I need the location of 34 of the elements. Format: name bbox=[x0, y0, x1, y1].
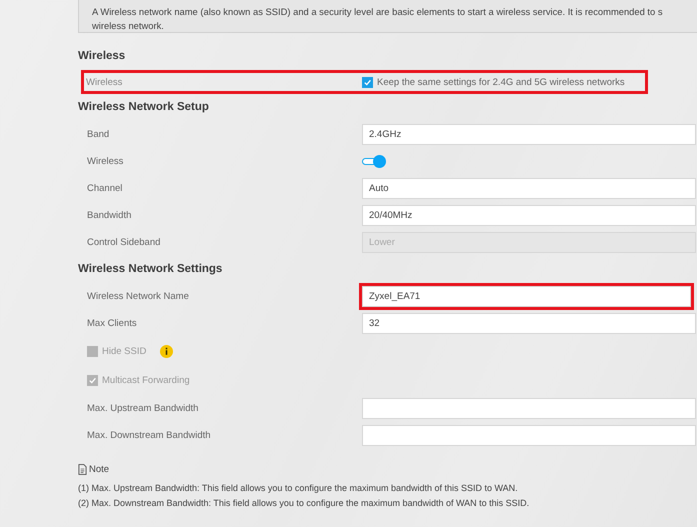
field-label: Channel bbox=[87, 183, 124, 194]
intro-text: A Wireless network name (also known as SSID) and a security level are basic elements to start a wireless service. It is recommended to s bbox=[92, 5, 664, 19]
intro-text: wireless network. bbox=[92, 19, 165, 33]
field-label: Wireless bbox=[87, 156, 124, 167]
checkbox[interactable] bbox=[87, 346, 98, 357]
field-label: Band bbox=[87, 129, 110, 140]
toggle-switch[interactable] bbox=[362, 155, 386, 168]
input-field[interactable] bbox=[362, 425, 696, 446]
checkbox-label: Keep the same settings for 2.4G and 5G wireless networks bbox=[377, 76, 625, 88]
input-field[interactable]: Zyxel_EA71 bbox=[362, 286, 691, 307]
note-icon bbox=[78, 464, 87, 475]
checkbox-label: Hide SSID bbox=[102, 346, 146, 357]
input-field[interactable]: 32 bbox=[362, 313, 696, 334]
section-heading: Wireless Network Settings bbox=[78, 262, 224, 277]
field-label: Max Clients bbox=[87, 318, 138, 329]
field-label: Max. Downstream Bandwidth bbox=[87, 430, 212, 441]
field-label: Control Sideband bbox=[87, 237, 162, 248]
note-title: Note bbox=[89, 464, 110, 475]
note-text: (2) Max. Downstream Bandwidth: This field allows you to configure the maximum bandwidth of WAN to this SSID. bbox=[78, 497, 530, 510]
field-label: Max. Upstream Bandwidth bbox=[87, 403, 200, 414]
checkbox-label: Multicast Forwarding bbox=[102, 375, 190, 386]
checkbox[interactable] bbox=[362, 76, 373, 88]
checkbox[interactable] bbox=[87, 375, 98, 386]
info-icon[interactable] bbox=[160, 345, 174, 358]
input-field[interactable]: 2.4GHz bbox=[362, 124, 696, 145]
field-label: Wireless bbox=[86, 76, 124, 88]
input-field[interactable]: 20/40MHz bbox=[362, 205, 696, 226]
field-label: Wireless Network Name bbox=[87, 291, 190, 302]
section-heading: Wireless bbox=[78, 49, 126, 64]
note-text: (1) Max. Upstream Bandwidth: This field allows you to configure the maximum bandwidth of this SSID to WAN. bbox=[78, 482, 519, 495]
section-heading: Wireless Network Setup bbox=[78, 100, 210, 115]
input-field[interactable]: Auto bbox=[362, 178, 696, 199]
input-field[interactable] bbox=[362, 398, 696, 419]
field-label: Bandwidth bbox=[87, 210, 132, 221]
